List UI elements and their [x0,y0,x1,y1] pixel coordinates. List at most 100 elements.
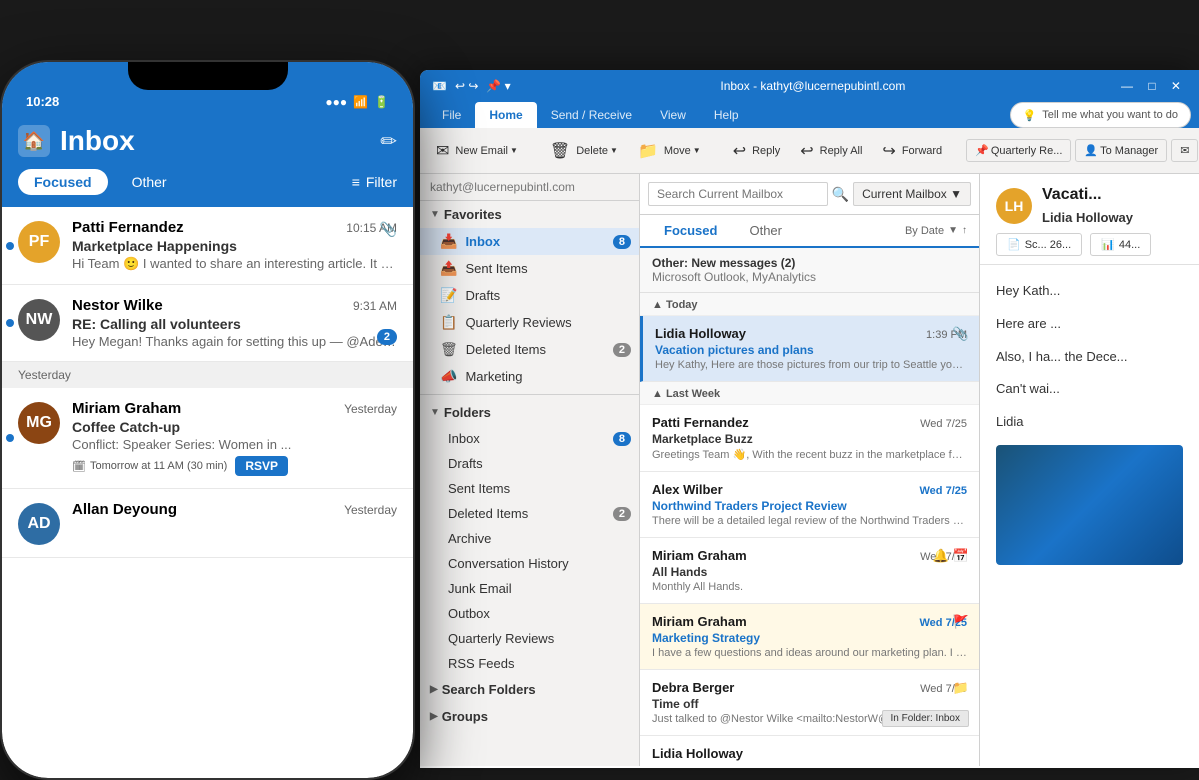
reading-pane: LH Vacati... Lidia Holloway 📄 Sc... 26..… [980,174,1199,766]
doc-icon: 📄 [1007,238,1021,251]
nav-folder-deleted[interactable]: Deleted Items 2 [420,501,639,526]
body-line-2: Here are ... [996,314,1183,335]
favorites-header[interactable]: ▼ Favorites [420,201,639,228]
phone-mail-item[interactable]: PF Patti Fernandez 10:15 AM Marketplace … [2,207,413,285]
rsvp-button[interactable]: RSVP [235,456,288,476]
filter-label: Filter [366,174,397,190]
wifi-icon: 📶 [353,95,368,109]
nav-item-sent[interactable]: 📤 Sent Items [420,255,639,282]
nav-folder-rss[interactable]: RSS Feeds [420,651,639,676]
search-folders-header[interactable]: ▶ Search Folders [420,676,639,703]
tab-focused[interactable]: Focused [648,215,733,248]
nav-item-drafts[interactable]: 📝 Drafts [420,282,639,309]
reading-body: Hey Kath... Here are ... Also, I ha... t… [980,265,1199,766]
email-item-debra[interactable]: Debra Berger Wed 7/25 Time off Just talk… [640,670,979,736]
tell-me-input[interactable]: 💡 Tell me what you want to do [1010,102,1191,128]
email-sender: Miriam Graham [652,614,747,629]
outlook-ribbon: ✉ New Email ▼ 🗑 Delete ▼ 📁 Move ▼ ↩ Repl… [420,128,1199,174]
phone-sender: Nestor Wilke [72,297,163,314]
email-item-miriam-allhands[interactable]: Miriam Graham Wed 7/25 All Hands Monthly… [640,538,979,604]
email-subject: Time off [652,697,967,711]
phone-tab-other[interactable]: Other [116,169,183,195]
titlebar-left: 📧 ↩ ↪ 📌 ▾ [432,79,511,93]
tab-file[interactable]: File [428,102,475,128]
window-maximize[interactable]: □ [1142,79,1161,93]
phone-mail-row1: Allan Deyoung Yesterday [72,501,397,518]
reading-pane-header: LH Vacati... Lidia Holloway 📄 Sc... 26..… [980,174,1199,265]
to-manager-quick[interactable]: 👤 To Manager [1075,139,1167,162]
phone-mail-content: Patti Fernandez 10:15 AM Marketplace Hap… [72,219,397,272]
nav-item-label: Sent Items [440,481,510,496]
email-item-alex[interactable]: Alex Wilber Wed 7/25 Northwind Traders P… [640,472,979,538]
reading-header-meta: LH Vacati... Lidia Holloway [996,186,1183,225]
nav-folder-conversation[interactable]: Conversation History [420,551,639,576]
reply-all-button[interactable]: ↩ Reply All [792,135,870,167]
email-item-lidia2[interactable]: Lidia Holloway [640,736,979,766]
email-notification[interactable]: Other: New messages (2) Microsoft Outloo… [640,248,979,293]
phone-inbox-label: Inbox [60,125,135,157]
quarterly-review-quick[interactable]: 📌 Quarterly Re... [966,139,1071,162]
nav-folder-sent[interactable]: Sent Items [420,476,639,501]
email-item-lidia[interactable]: Lidia Holloway 1:39 PM Vacation pictures… [640,316,979,382]
nav-divider [420,394,639,395]
nav-folder-quarterly[interactable]: Quarterly Reviews [420,626,639,651]
nav-folder-drafts[interactable]: Drafts [420,451,639,476]
more-quick[interactable]: ✉ [1171,139,1198,162]
sort-options[interactable]: By Date ▼ ↑ [901,215,971,246]
move-label: Move [664,145,691,157]
email-item-miriam-marketing[interactable]: Miriam Graham Wed 7/25 Marketing Strateg… [640,604,979,670]
nav-item-marketing[interactable]: 📣 Marketing [420,363,639,390]
new-email-label: New Email [455,145,508,157]
new-email-button[interactable]: ✉ New Email ▼ [428,135,526,167]
tab-help[interactable]: Help [700,102,753,128]
window-close[interactable]: ✕ [1165,79,1187,93]
nav-sidebar: kathyt@lucernepubintl.com ▼ Favorites 📥 … [420,174,640,766]
tab-view[interactable]: View [646,102,700,128]
tab-send-receive[interactable]: Send / Receive [537,102,646,128]
phone-filter-btn[interactable]: ≡ Filter [352,174,397,190]
reading-avatar: LH [996,188,1032,224]
phone-mail-content: Allan Deyoung Yesterday [72,501,397,545]
phone-preview: Conflict: Speaker Series: Women in ... [72,437,397,452]
marketing-icon: 📣 [440,368,457,385]
tab-home[interactable]: Home [475,102,536,128]
nav-item-inbox[interactable]: 📥 Inbox 8 [420,228,639,255]
delete-button[interactable]: 🗑 Delete ▼ [542,135,626,167]
attachment-2[interactable]: 📊 44... [1090,233,1151,256]
section-last-week: ▲ Last Week [640,382,979,405]
attachment-icon: 📎 [953,326,969,342]
email-time: Wed 7/25 [920,485,968,497]
move-button[interactable]: 📁 Move ▼ [630,135,709,167]
folder-deleted-badge: 2 [613,507,631,521]
reading-from-name: Lidia Holloway [1042,210,1133,225]
nav-item-deleted[interactable]: 🗑 Deleted Items 2 [420,336,639,363]
email-item-patti[interactable]: Patti Fernandez Wed 7/25 Marketplace Buz… [640,405,979,472]
sort-label: By Date [905,225,944,237]
tab-other[interactable]: Other [733,215,798,246]
reply-button[interactable]: ↩ Reply [725,135,789,167]
phone-edit-icon[interactable]: ✏ [380,129,397,154]
phone-mail-item[interactable]: MG Miriam Graham Yesterday Coffee Catch-… [2,388,413,489]
phone-mail-item[interactable]: AD Allan Deyoung Yesterday [2,489,413,558]
window-minimize[interactable]: — [1115,79,1139,93]
groups-header[interactable]: ▶ Groups [420,703,639,730]
phone-mail-item[interactable]: NW Nestor Wilke 9:31 AM RE: Calling all … [2,285,413,362]
forward-label: Forward [902,145,942,157]
email-item-header: Miriam Graham Wed 7/25 [652,548,967,563]
search-icon[interactable]: 🔍 [832,186,849,203]
folders-header[interactable]: ▼ Folders [420,399,639,426]
search-input[interactable] [648,182,828,206]
nav-item-quarterly[interactable]: 📋 Quarterly Reviews [420,309,639,336]
phone-tab-focused[interactable]: Focused [18,169,108,195]
search-folders-label: Search Folders [442,682,536,697]
phone-time: 9:31 AM [353,299,397,313]
nav-folder-inbox[interactable]: Inbox 8 [420,426,639,451]
attachment-1[interactable]: 📄 Sc... 26... [996,233,1082,256]
delete-icon: 🗑 [550,141,570,161]
search-filter-btn[interactable]: Current Mailbox ▼ [853,182,971,206]
forward-button[interactable]: ↪ Forward [874,135,950,167]
forward-icon: ↪ [882,141,895,161]
nav-folder-junk[interactable]: Junk Email [420,576,639,601]
nav-folder-outbox[interactable]: Outbox [420,601,639,626]
nav-folder-archive[interactable]: Archive [420,526,639,551]
